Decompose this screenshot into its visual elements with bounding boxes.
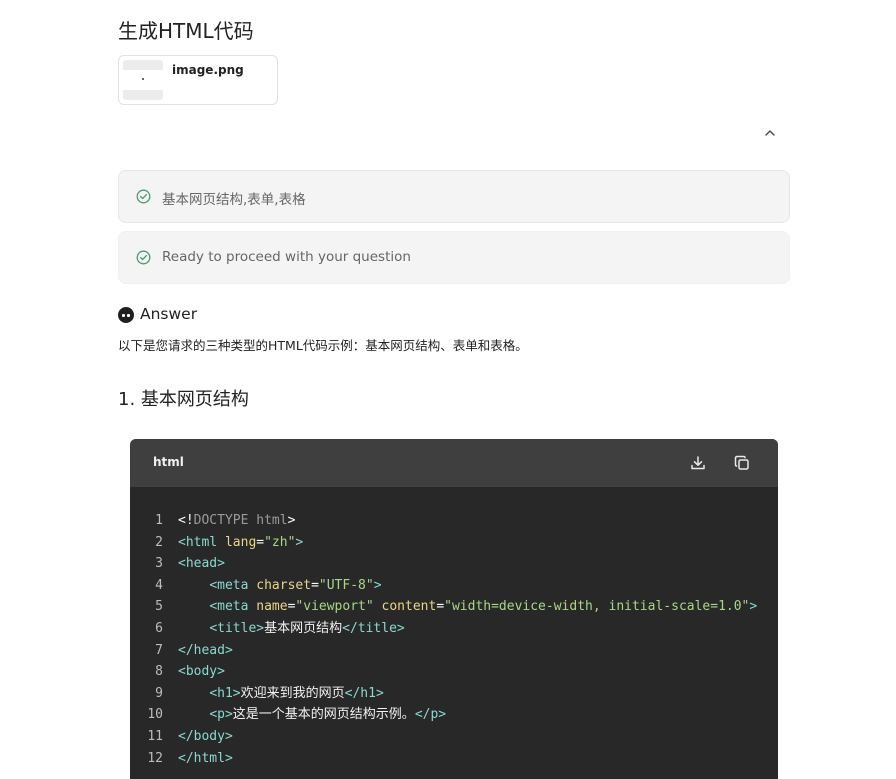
line-code: <body> bbox=[178, 661, 225, 683]
attachment-file-name: image.png bbox=[172, 63, 244, 77]
code-line: 12 </html> bbox=[130, 748, 778, 770]
chevron-up-icon[interactable] bbox=[763, 125, 777, 139]
line-code: </html> bbox=[178, 748, 233, 770]
code-token: <title> bbox=[209, 620, 265, 636]
check-circle-icon bbox=[136, 189, 151, 204]
code-lines[interactable]: 1 <!DOCTYPE html> 2 <html lang="zh"> 3 <head>… bbox=[130, 510, 778, 769]
code-token: <meta bbox=[209, 599, 257, 615]
line-code: <html lang="zh"> bbox=[178, 532, 303, 554]
step-item-1: 基本网页结构,表单,表格 bbox=[118, 170, 790, 223]
code-token: DOCTYPE bbox=[193, 513, 257, 528]
code-token: </head> bbox=[178, 642, 233, 658]
line-number: 11 bbox=[147, 728, 163, 744]
code-token: > bbox=[295, 534, 304, 550]
code-token: name bbox=[256, 599, 288, 615]
code-token: </body> bbox=[178, 728, 233, 744]
code-token: > bbox=[749, 599, 758, 615]
check-circle-icon bbox=[136, 250, 151, 265]
code-token: charset bbox=[256, 577, 312, 593]
code-line: 2 <html lang="zh"> bbox=[130, 532, 778, 554]
line-number: 9 bbox=[155, 685, 163, 701]
line-number: 8 bbox=[155, 664, 163, 680]
line-code: <p>这是一个基本的网页结构示例。</p> bbox=[178, 704, 446, 726]
code-block: html 1 <!DOCTYPE html> 2 <html lang="zh"> 3 <… bbox=[130, 439, 778, 779]
code-token: </p> bbox=[414, 707, 447, 723]
code-line: 5 <meta name="viewport" content="width=d… bbox=[130, 596, 778, 618]
image-thumbnail bbox=[123, 60, 163, 100]
code-token: <html bbox=[178, 534, 225, 550]
line-number: 10 bbox=[147, 707, 163, 723]
code-line: 8 <body> bbox=[130, 661, 778, 683]
line-code: <head> bbox=[178, 553, 225, 575]
line-number: 4 bbox=[155, 577, 163, 593]
code-token: < bbox=[178, 513, 186, 528]
code-line: 1 <!DOCTYPE html> bbox=[130, 510, 778, 532]
code-line: 4 <meta charset="UTF-8"> bbox=[130, 575, 778, 597]
code-token: html bbox=[256, 513, 288, 528]
code-token: = bbox=[256, 534, 265, 550]
code-token: <p> bbox=[209, 707, 233, 723]
code-token: = bbox=[436, 599, 445, 615]
code-token: </title> bbox=[342, 620, 405, 636]
code-token: > bbox=[373, 577, 382, 593]
line-number: 5 bbox=[155, 599, 163, 615]
line-code: <meta name="viewport" content="width=dev… bbox=[178, 596, 757, 618]
answer-bot-icon bbox=[118, 307, 134, 323]
step-label: 基本网页结构,表单,表格 bbox=[162, 192, 306, 208]
code-token: </h1> bbox=[344, 685, 384, 701]
line-code: <meta charset="UTF-8"> bbox=[178, 575, 382, 597]
code-line: 10 <p>这是一个基本的网页结构示例。</p> bbox=[130, 704, 778, 726]
line-number: 3 bbox=[155, 556, 163, 572]
code-token: "viewport" bbox=[295, 599, 382, 615]
code-token: <head> bbox=[178, 556, 225, 572]
code-header: html bbox=[130, 439, 778, 487]
code-token: </html> bbox=[178, 750, 233, 766]
copy-icon[interactable] bbox=[733, 454, 751, 472]
step-label: Ready to proceed with your question bbox=[162, 249, 411, 265]
code-token: "width=device-width, initial-scale=1.0" bbox=[444, 599, 750, 615]
code-token: > bbox=[287, 513, 296, 528]
line-code: <h1>欢迎来到我的网页</h1> bbox=[178, 683, 384, 705]
code-token: lang bbox=[224, 534, 257, 550]
line-number: 6 bbox=[155, 620, 163, 636]
code-token: <h1> bbox=[209, 685, 241, 701]
line-number: 7 bbox=[155, 642, 163, 658]
code-token: <body> bbox=[178, 664, 225, 680]
code-token: ! bbox=[185, 513, 194, 528]
step-item-2: Ready to proceed with your question bbox=[118, 231, 790, 284]
code-line: 7 </head> bbox=[130, 640, 778, 662]
page-title: 生成HTML代码 bbox=[118, 19, 254, 43]
section-heading: 1. 基本网页结构 bbox=[118, 389, 249, 410]
answer-title: Answer bbox=[140, 305, 198, 323]
download-icon[interactable] bbox=[689, 454, 707, 472]
code-token: 欢迎来到我的网页 bbox=[240, 685, 345, 701]
code-line: 6 <title>基本网页结构</title> bbox=[130, 618, 778, 640]
code-token: "UTF-8" bbox=[318, 577, 374, 593]
code-token: 基本网页结构 bbox=[264, 620, 343, 636]
line-code: <!DOCTYPE html> bbox=[178, 510, 295, 532]
attachment-card[interactable]: image.png bbox=[118, 55, 278, 105]
line-code: </body> bbox=[178, 726, 233, 748]
code-language-label: html bbox=[153, 455, 184, 469]
code-token: <meta bbox=[209, 577, 257, 593]
code-token: content bbox=[381, 599, 437, 615]
line-number: 2 bbox=[155, 534, 163, 550]
code-token: = bbox=[311, 577, 319, 593]
code-token: "zh" bbox=[264, 534, 296, 550]
answer-description: 以下是您请求的三种类型的HTML代码示例：基本网页结构、表单和表格。 bbox=[118, 338, 528, 353]
code-line: 9 <h1>欢迎来到我的网页</h1> bbox=[130, 683, 778, 705]
code-line: 3 <head> bbox=[130, 553, 778, 575]
code-line: 11 </body> bbox=[130, 726, 778, 748]
line-number: 12 bbox=[147, 750, 163, 766]
line-code: </head> bbox=[178, 640, 233, 662]
line-number: 1 bbox=[155, 513, 163, 528]
code-token: 这是一个基本的网页结构示例。 bbox=[232, 707, 415, 723]
line-code: <title>基本网页结构</title> bbox=[178, 618, 405, 640]
